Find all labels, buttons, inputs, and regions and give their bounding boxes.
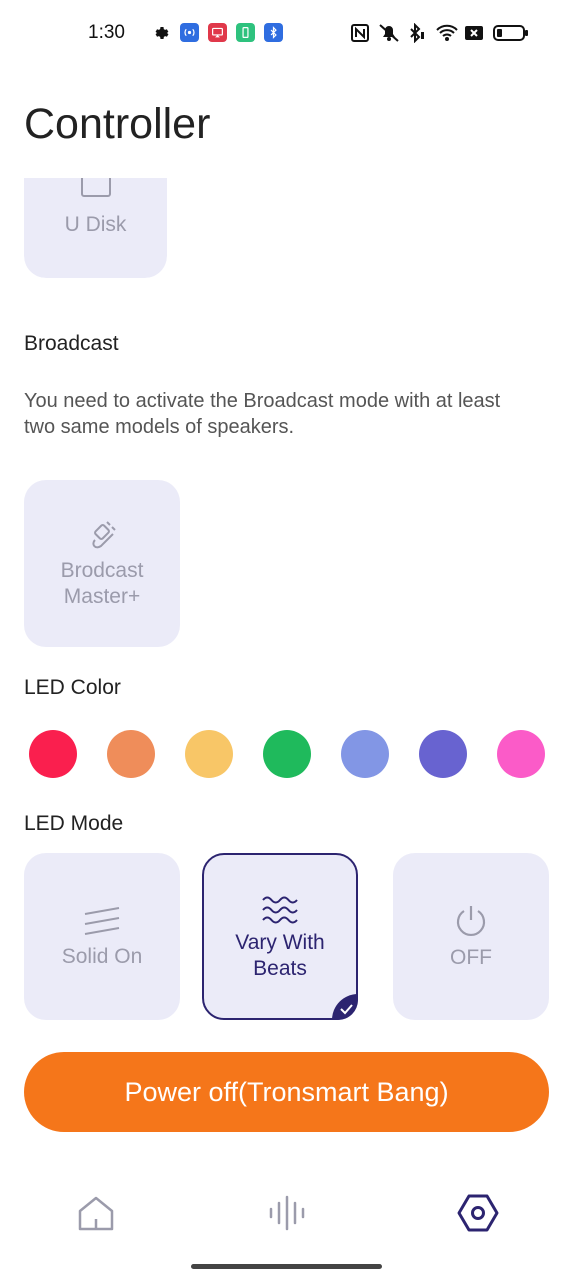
broadcast-title: Broadcast — [24, 332, 119, 355]
u-disk-label: U Disk — [64, 213, 127, 236]
solid-lines-icon — [84, 906, 120, 935]
status-bar: 1:30 — [0, 0, 573, 66]
battery-icon — [492, 22, 530, 44]
led-mode-solid-on[interactable]: Solid On — [24, 853, 180, 1020]
battery-app-icon — [236, 23, 255, 42]
nfc-icon — [350, 22, 370, 44]
home-icon — [78, 1196, 114, 1231]
usb-drive-icon — [80, 178, 111, 197]
wave-lines-icon — [262, 896, 298, 923]
u-disk-card[interactable]: U Disk — [24, 178, 167, 278]
bluetooth-icon — [406, 22, 426, 44]
broadcast-master-card[interactable]: Brodcast Master+ — [24, 480, 180, 647]
nav-home[interactable] — [71, 1188, 121, 1238]
vary-with-beats-label-line2: Beats — [253, 956, 307, 980]
bluetooth-app-icon — [264, 23, 283, 42]
gear-icon — [152, 22, 172, 44]
power-off-button[interactable]: Power off(Tronsmart Bang) — [24, 1052, 549, 1132]
mute-icon — [376, 22, 402, 44]
u-disk-card-clip: U Disk — [24, 178, 167, 278]
led-color-swatch-green[interactable] — [263, 730, 311, 778]
broadcast-description: You need to activate the Broadcast mode … — [24, 390, 501, 438]
led-color-swatch-red[interactable] — [29, 730, 77, 778]
led-mode-vary-with-beats[interactable]: Vary With Beats — [202, 853, 358, 1020]
led-mode-title: LED Mode — [24, 812, 124, 835]
off-label: OFF — [450, 945, 492, 969]
home-indicator — [191, 1264, 382, 1269]
status-time: 1:30 — [88, 22, 125, 43]
vary-with-beats-label-line1: Vary With — [235, 930, 325, 954]
led-color-swatch-yellow[interactable] — [185, 730, 233, 778]
led-mode-off[interactable]: OFF — [393, 853, 549, 1020]
led-color-swatch-purple[interactable] — [419, 730, 467, 778]
broadcast-app-icon — [180, 23, 199, 42]
power-icon — [456, 905, 486, 936]
plug-icon — [92, 520, 116, 548]
no-sim-icon — [464, 22, 484, 44]
equalizer-icon — [269, 1195, 305, 1231]
nav-settings[interactable] — [453, 1188, 503, 1238]
selected-check-badge — [332, 994, 358, 1020]
led-color-swatch-orange[interactable] — [107, 730, 155, 778]
settings-icon — [457, 1194, 499, 1232]
led-color-swatch-light-blue[interactable] — [341, 730, 389, 778]
wifi-icon — [434, 22, 460, 44]
cast-app-icon — [208, 23, 227, 42]
broadcast-master-label-line2: Master+ — [63, 584, 141, 608]
check-icon — [332, 994, 358, 1020]
nav-equalizer[interactable] — [262, 1188, 312, 1238]
led-color-title: LED Color — [24, 676, 121, 699]
solid-on-label: Solid On — [61, 944, 143, 968]
page-title: Controller — [24, 100, 211, 148]
led-color-swatch-pink[interactable] — [497, 730, 545, 778]
broadcast-master-label-line1: Brodcast — [60, 558, 144, 582]
